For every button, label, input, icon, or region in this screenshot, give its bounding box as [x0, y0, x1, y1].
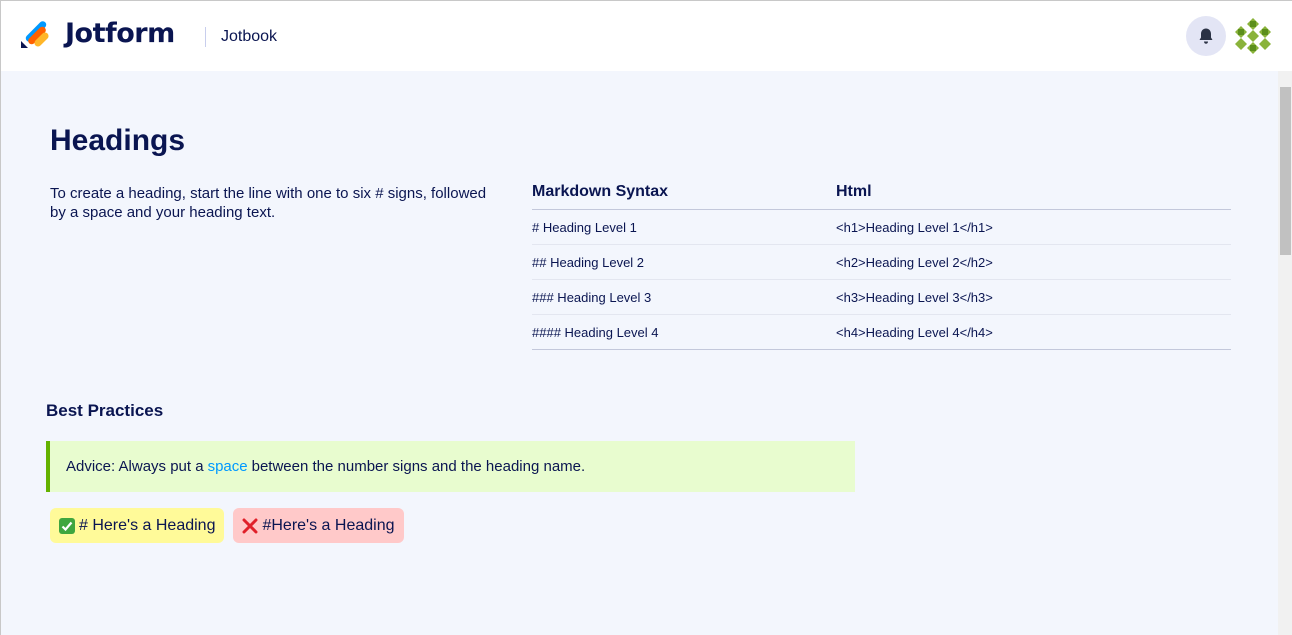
table-row: #### Heading Level 4 <h4>Heading Level 4… — [532, 315, 1231, 350]
html-cell: <h2>Heading Level 2</h2> — [836, 254, 993, 270]
column-header-markdown: Markdown Syntax — [532, 183, 669, 200]
html-cell: <h4>Heading Level 4</h4> — [836, 324, 993, 340]
notifications-button[interactable] — [1186, 16, 1226, 56]
table-row: ### Heading Level 3 <h3>Heading Level 3<… — [532, 280, 1231, 315]
header-divider — [205, 27, 206, 47]
advice-text-end: between the number signs and the heading… — [251, 458, 586, 475]
page-title: Headings — [50, 124, 186, 157]
markdown-cell: ## Heading Level 2 — [532, 254, 645, 270]
advice-callout: Advice: Always put a space between the n… — [46, 441, 855, 492]
intro-text: To create a heading, start the line with… — [50, 185, 487, 221]
syntax-table: Markdown Syntax Html # Heading Level 1 <… — [532, 183, 1231, 350]
top-bar: Jotform Jotbook — [1, 1, 1292, 71]
check-mark-icon — [59, 517, 75, 534]
incorrect-example-text: #Here's a Heading — [262, 516, 395, 534]
user-avatar[interactable] — [1233, 16, 1273, 56]
brand-name: Jotform — [65, 18, 175, 49]
markdown-cell: # Heading Level 1 — [532, 219, 637, 235]
bell-icon — [1199, 28, 1213, 44]
examples: # Here's a Heading #Here's a Heading — [50, 508, 404, 543]
jotform-logo-icon — [21, 20, 49, 48]
markdown-cell: #### Heading Level 4 — [532, 324, 659, 340]
product-name[interactable]: Jotbook — [221, 28, 277, 46]
column-header-html: Html — [836, 183, 872, 200]
correct-example: # Here's a Heading — [50, 508, 225, 543]
correct-example-text: # Here's a Heading — [79, 516, 216, 534]
jotform-logo[interactable]: Jotform — [20, 18, 175, 49]
scrollbar-thumb[interactable] — [1280, 87, 1291, 255]
advice-text-start: Advice: Always put a — [66, 458, 204, 475]
space-link[interactable]: space — [208, 458, 248, 475]
main-content: Headings To create a heading, start the … — [1, 71, 1278, 635]
table-row: ## Heading Level 2 <h2>Heading Level 2</… — [532, 245, 1231, 280]
table-row: # Heading Level 1 <h1>Heading Level 1</h… — [532, 210, 1231, 245]
table-header: Markdown Syntax Html — [532, 183, 1231, 210]
markdown-cell: ### Heading Level 3 — [532, 289, 652, 305]
html-cell: <h3>Heading Level 3</h3> — [836, 289, 993, 305]
best-practices-title: Best Practices — [46, 401, 164, 420]
cross-mark-icon — [242, 518, 258, 534]
avatar-pattern — [1233, 16, 1273, 56]
incorrect-example: #Here's a Heading — [233, 508, 404, 543]
html-cell: <h1>Heading Level 1</h1> — [836, 219, 993, 235]
vertical-scrollbar[interactable] — [1278, 71, 1292, 635]
